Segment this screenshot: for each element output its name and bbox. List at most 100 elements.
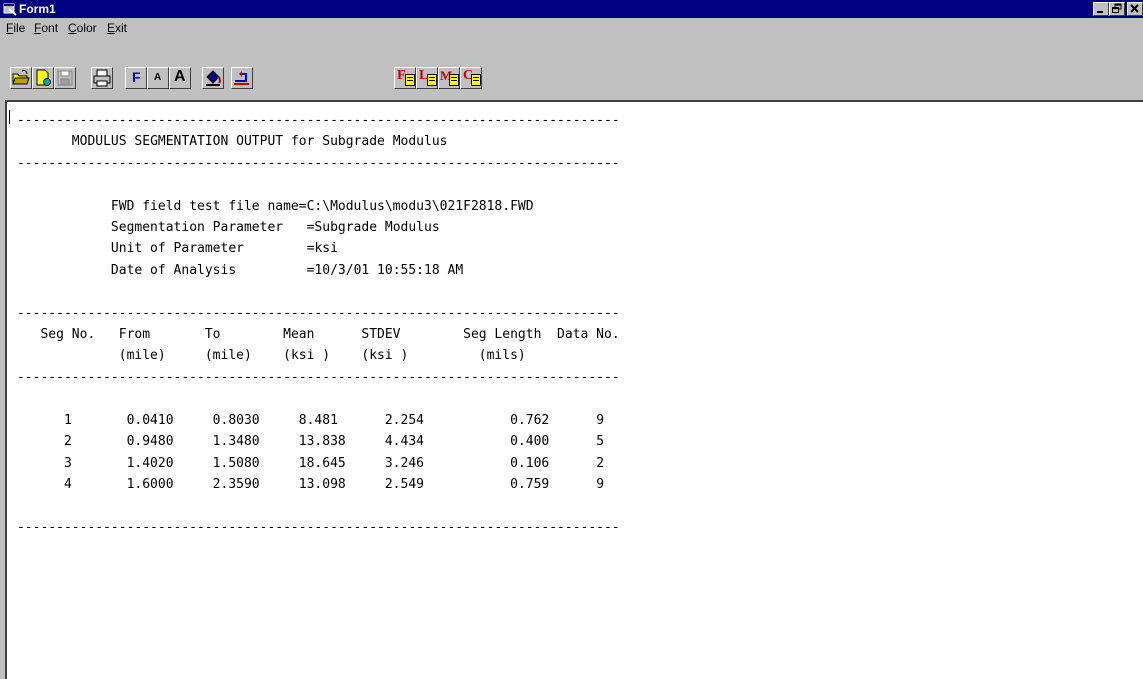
increase-font-label: A — [174, 68, 186, 85]
m-file-button[interactable]: M — [438, 67, 460, 89]
cell-from: 0.9480 — [126, 434, 213, 450]
l-file-doc-icon — [427, 74, 437, 86]
color-button[interactable] — [202, 67, 224, 89]
minimize-icon — [1097, 11, 1103, 13]
report-title: MODULUS SEGMENTATION OUTPUT for Subgrade… — [71, 134, 448, 150]
column-units: (mile) (mile) (ksi ) (ksi ) (mils) — [40, 348, 526, 364]
c-file-button[interactable]: C — [460, 67, 482, 89]
print-button[interactable] — [91, 67, 113, 89]
cell-to: 1.5080 — [212, 455, 299, 471]
segment-rows: 1 0.0410 0.8030 8.481 2.254 0.762 9 2 0.… — [17, 413, 620, 492]
separator-line: ----------------------------------------… — [17, 305, 620, 321]
menu-font[interactable]: Font — [34, 21, 58, 35]
cell-data-no: 5 — [596, 434, 620, 450]
info-value: ksi — [314, 241, 338, 257]
increase-font-button[interactable]: A — [169, 67, 191, 89]
cell-seg: 1 — [17, 412, 127, 428]
separator-line: ----------------------------------------… — [17, 155, 620, 171]
menu-exit-label: xit — [115, 21, 128, 35]
cell-seg: 4 — [17, 476, 127, 492]
close-icon — [1130, 4, 1139, 13]
info-row: FWD field test file name=C:\Modulus\modu… — [110, 198, 534, 214]
cell-data-no: 9 — [596, 412, 620, 428]
menu-font-label: ont — [41, 21, 59, 35]
close-button[interactable] — [1127, 2, 1143, 16]
info-row: Date of Analysis =10/3/01 10:55:18 AM — [110, 262, 464, 278]
save-disk-icon — [57, 70, 73, 86]
cell-stdev: 2.549 — [384, 476, 511, 492]
menu-bar: File Font Color Exit — [0, 18, 1143, 38]
info-row: Unit of Parameter =ksi — [110, 241, 338, 257]
save-button[interactable] — [54, 67, 76, 89]
menu-exit-accel: E — [107, 21, 116, 35]
table-row: 1 0.0410 0.8030 8.481 2.254 0.762 9 — [17, 413, 620, 428]
text-caret — [9, 110, 10, 124]
menu-color[interactable]: Color — [68, 21, 97, 35]
cell-mean: 13.838 — [298, 434, 385, 450]
info-label: Unit of Parameter — [110, 241, 244, 257]
restore-button[interactable] — [1109, 2, 1125, 16]
cell-seg-length: 0.759 — [510, 476, 597, 492]
title-bar[interactable]: Form1 — [0, 0, 1143, 18]
cell-mean: 8.481 — [298, 412, 385, 428]
cell-stdev: 2.254 — [384, 412, 511, 428]
cell-mean: 18.645 — [298, 455, 385, 471]
column-header-row: Seg No. From To Mean STDEV Seg Length Da… — [17, 327, 620, 343]
column-unit-row: (mile) (mile) (ksi ) (ksi ) (mils) — [17, 348, 526, 363]
column-header: Seg No. From To Mean STDEV Seg Length Da… — [40, 327, 620, 343]
info-label: FWD field test file name — [110, 198, 299, 214]
separator-line: ----------------------------------------… — [17, 369, 620, 385]
info-value: Subgrade Modulus — [314, 220, 440, 236]
m-file-doc-icon — [449, 74, 459, 86]
menu-exit[interactable]: Exit — [107, 21, 127, 35]
f-file-doc-icon — [405, 74, 415, 86]
cell-mean: 13.098 — [298, 476, 385, 492]
form-icon — [3, 3, 17, 16]
cell-stdev: 3.246 — [384, 455, 511, 471]
f-file-button[interactable]: F — [394, 67, 416, 89]
restore-icon — [1112, 3, 1122, 13]
info-label: Segmentation Parameter — [110, 220, 284, 236]
cell-from: 1.4020 — [126, 455, 213, 471]
cell-from: 1.6000 — [126, 476, 213, 492]
return-arrow-icon — [234, 71, 249, 85]
decrease-font-button[interactable]: A — [147, 67, 169, 89]
menu-color-label: olor — [76, 21, 97, 35]
report-title-indent — [17, 134, 72, 149]
info-label: Date of Analysis — [110, 262, 237, 278]
printer-icon — [93, 69, 111, 87]
menu-file[interactable]: File — [6, 21, 25, 35]
cell-seg: 2 — [17, 434, 127, 450]
report-text-area[interactable]: ----------------------------------------… — [5, 100, 1143, 679]
window-title: Form1 — [19, 2, 56, 16]
cell-seg-length: 0.762 — [510, 412, 597, 428]
table-row: 2 0.9480 1.3480 13.838 4.434 0.400 5 — [17, 434, 620, 449]
main-window: Form1 File Font Color Exit F A A F L M C… — [0, 0, 1143, 679]
separator-line: ----------------------------------------… — [17, 113, 620, 128]
open-folder-icon — [12, 69, 30, 85]
menu-file-label: ile — [13, 21, 26, 35]
cell-data-no: 9 — [596, 476, 620, 492]
info-row: Segmentation Parameter =Subgrade Modulus — [110, 220, 440, 236]
info-value: C:\Modulus\modu3\021F2818.FWD — [306, 198, 534, 214]
paint-bucket-icon — [206, 70, 221, 86]
cell-from: 0.0410 — [126, 412, 213, 428]
cell-seg-length: 0.400 — [510, 434, 597, 450]
exit-button[interactable] — [231, 67, 253, 89]
minimize-button[interactable] — [1093, 2, 1109, 16]
l-file-button[interactable]: L — [416, 67, 438, 89]
cell-to: 0.8030 — [212, 412, 299, 428]
cell-data-no: 2 — [596, 455, 620, 471]
decrease-font-label: A — [154, 72, 162, 83]
table-row: 3 1.4020 1.5080 18.645 3.246 0.106 2 — [17, 456, 620, 471]
open-button[interactable] — [10, 67, 32, 89]
font-button[interactable]: F — [125, 67, 147, 89]
menu-color-accel: C — [68, 21, 77, 35]
new-file-button[interactable] — [32, 67, 54, 89]
cell-to: 2.3590 — [212, 476, 299, 492]
report-output: ----------------------------------------… — [17, 110, 620, 538]
font-button-label: F — [132, 69, 141, 85]
separator-line: ----------------------------------------… — [17, 519, 620, 535]
info-value: 10/3/01 10:55:18 AM — [314, 262, 464, 278]
cell-seg: 3 — [17, 455, 127, 471]
